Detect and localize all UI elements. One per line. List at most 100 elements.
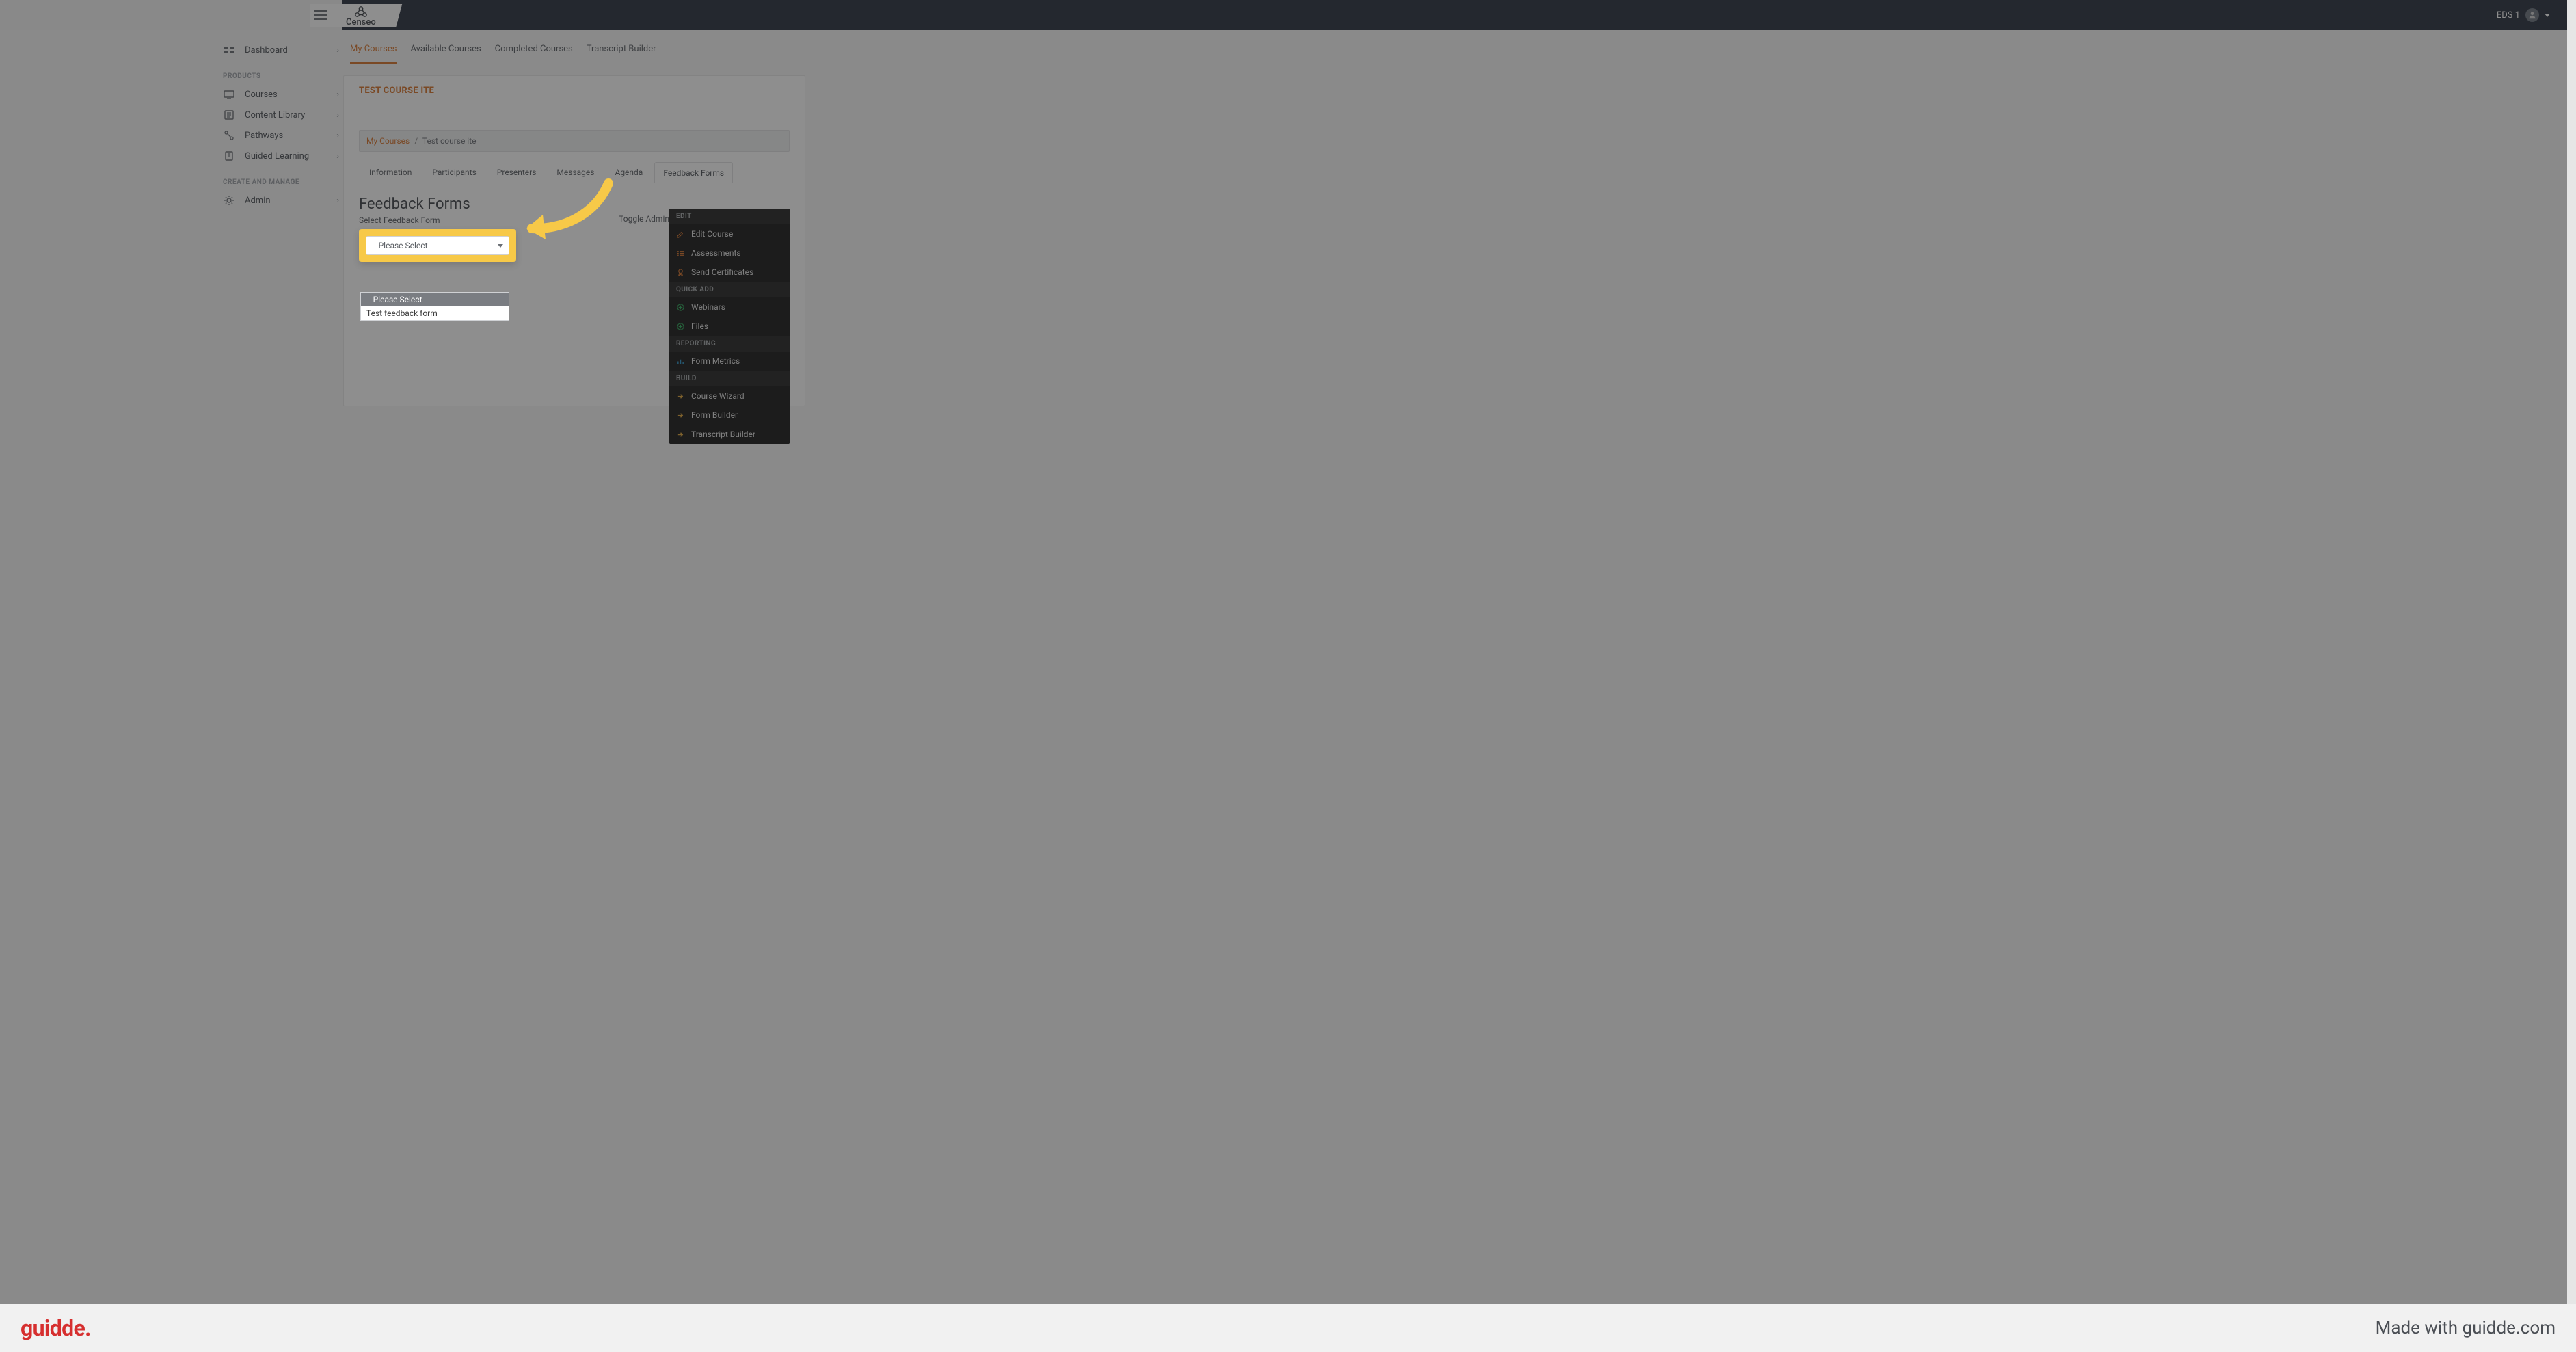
chevron-right-icon: › (336, 151, 339, 161)
checklist-icon (676, 250, 684, 257)
admin-item-course-wizard[interactable]: Course Wizard (669, 386, 790, 406)
admin-section-reporting: REPORTING (669, 336, 790, 352)
course-card: TEST COURSE ITE My Courses / Test course… (343, 75, 805, 406)
breadcrumb: My Courses / Test course ite (359, 130, 790, 152)
sidebar-item-label: Guided Learning (245, 151, 327, 161)
sidebar-item-label: Pathways (245, 131, 327, 141)
header-dark-bar: EDS 1 (342, 0, 2576, 30)
admin-item-label: Send Certificates (691, 267, 753, 277)
arrow-right-icon (676, 431, 684, 438)
course-title: TEST COURSE ITE (359, 85, 790, 96)
sidebar-item-guided-learning[interactable]: Guided Learning › (223, 146, 339, 166)
sidebar-item-label: Content Library (245, 110, 327, 120)
top-tabs: My Courses Available Courses Completed C… (343, 33, 805, 64)
admin-item-edit-course[interactable]: Edit Course (669, 224, 790, 243)
library-icon (223, 109, 235, 120)
admin-item-label: Files (691, 321, 708, 331)
section-tab-presenters[interactable]: Presenters (488, 161, 546, 183)
highlight-annotation: -- Please Select -- (359, 229, 516, 262)
sidebar-item-label: Admin (245, 196, 327, 206)
hamburger-icon[interactable] (314, 10, 327, 20)
sidebar-nav: Dashboard › PRODUCTS Courses › Content L… (223, 40, 339, 211)
tab-transcript-builder[interactable]: Transcript Builder (587, 38, 656, 64)
sidebar-item-courses[interactable]: Courses › (223, 84, 339, 105)
app-logo-text: Censeo (346, 18, 376, 27)
user-menu[interactable]: EDS 1 (2497, 8, 2550, 22)
breadcrumb-separator: / (414, 136, 418, 146)
admin-item-form-builder[interactable]: Form Builder (669, 406, 790, 425)
admin-section-edit: EDIT (669, 209, 790, 224)
header-left-spacer: Censeo (0, 0, 342, 30)
user-name: EDS 1 (2497, 10, 2520, 21)
admin-item-label: Webinars (691, 302, 725, 312)
admin-item-label: Course Wizard (691, 391, 744, 401)
guidde-logo: guidde. (21, 1315, 91, 1341)
tab-completed-courses[interactable]: Completed Courses (495, 38, 573, 64)
feedback-form-select[interactable]: -- Please Select -- (366, 236, 509, 255)
admin-section-build: BUILD (669, 371, 790, 386)
sidebar-item-admin[interactable]: Admin › (223, 190, 339, 211)
sidebar-item-dashboard[interactable]: Dashboard › (223, 40, 339, 60)
logo-mark-icon (353, 5, 368, 18)
admin-item-label: Form Builder (691, 410, 738, 420)
admin-item-form-metrics[interactable]: Form Metrics (669, 352, 790, 371)
admin-panel: EDIT Edit Course Assessments Send Certif… (669, 209, 790, 444)
sidebar-section-products: PRODUCTS (223, 72, 339, 80)
admin-item-transcript-builder[interactable]: Transcript Builder (669, 425, 790, 444)
app-logo[interactable]: Censeo (346, 4, 376, 27)
app-header: Censeo EDS 1 (0, 0, 2576, 30)
arrow-right-icon (676, 393, 684, 400)
gear-icon (223, 195, 235, 206)
tab-available-courses[interactable]: Available Courses (411, 38, 481, 64)
breadcrumb-current: Test course ite (422, 136, 477, 146)
plus-circle-icon (676, 304, 684, 311)
admin-item-webinars[interactable]: Webinars (669, 297, 790, 317)
footer-tagline: Made with guidde.com (2376, 1318, 2555, 1338)
main-content: My Courses Available Courses Completed C… (343, 33, 805, 406)
admin-item-files[interactable]: Files (669, 317, 790, 336)
admin-item-label: Form Metrics (691, 356, 740, 366)
section-tab-participants[interactable]: Participants (423, 161, 485, 183)
metrics-icon (676, 358, 684, 365)
dashboard-icon (223, 44, 235, 55)
dropdown-option[interactable]: Test feedback form (361, 306, 509, 320)
sidebar-item-label: Dashboard (245, 45, 327, 55)
scrollbar[interactable] (2567, 0, 2576, 1304)
section-tab-agenda[interactable]: Agenda (606, 161, 652, 183)
edit-icon (676, 230, 684, 238)
chevron-right-icon: › (336, 131, 339, 141)
sidebar-item-pathways[interactable]: Pathways › (223, 125, 339, 146)
section-tab-feedback-forms[interactable]: Feedback Forms (654, 162, 733, 183)
pathways-icon (223, 130, 235, 141)
guided-learning-icon (223, 150, 235, 161)
chevron-right-icon: › (336, 196, 339, 206)
admin-item-label: Transcript Builder (691, 429, 755, 439)
admin-item-label: Edit Course (691, 229, 733, 239)
admin-item-send-certificates[interactable]: Send Certificates (669, 263, 790, 282)
sidebar-item-label: Courses (245, 90, 327, 100)
toggle-admin-label: Toggle Admin (619, 214, 669, 224)
certificate-icon (676, 269, 684, 276)
arrow-right-icon (676, 412, 684, 419)
admin-item-assessments[interactable]: Assessments (669, 243, 790, 263)
chevron-right-icon: › (336, 90, 339, 100)
avatar-icon (2525, 8, 2539, 22)
chevron-down-icon (2545, 14, 2550, 17)
chevron-down-icon (498, 244, 503, 248)
feedback-form-dropdown[interactable]: -- Please Select -- Test feedback form (360, 292, 509, 321)
admin-item-label: Assessments (691, 248, 741, 258)
tab-my-courses[interactable]: My Courses (350, 38, 397, 64)
header-logo-block: Censeo (310, 4, 390, 27)
sidebar-item-content-library[interactable]: Content Library › (223, 105, 339, 125)
section-tabs: Information Participants Presenters Mess… (359, 161, 790, 183)
section-tab-messages[interactable]: Messages (548, 161, 603, 183)
chevron-right-icon: › (336, 110, 339, 120)
section-tab-information[interactable]: Information (360, 161, 420, 183)
breadcrumb-root-link[interactable]: My Courses (366, 136, 410, 146)
select-current-value: -- Please Select -- (372, 241, 434, 250)
sidebar-section-manage: CREATE AND MANAGE (223, 178, 339, 186)
courses-icon (223, 89, 235, 100)
dropdown-option[interactable]: -- Please Select -- (361, 293, 509, 306)
admin-section-quick-add: QUICK ADD (669, 282, 790, 297)
footer-bar: guidde. Made with guidde.com (0, 1304, 2576, 1352)
